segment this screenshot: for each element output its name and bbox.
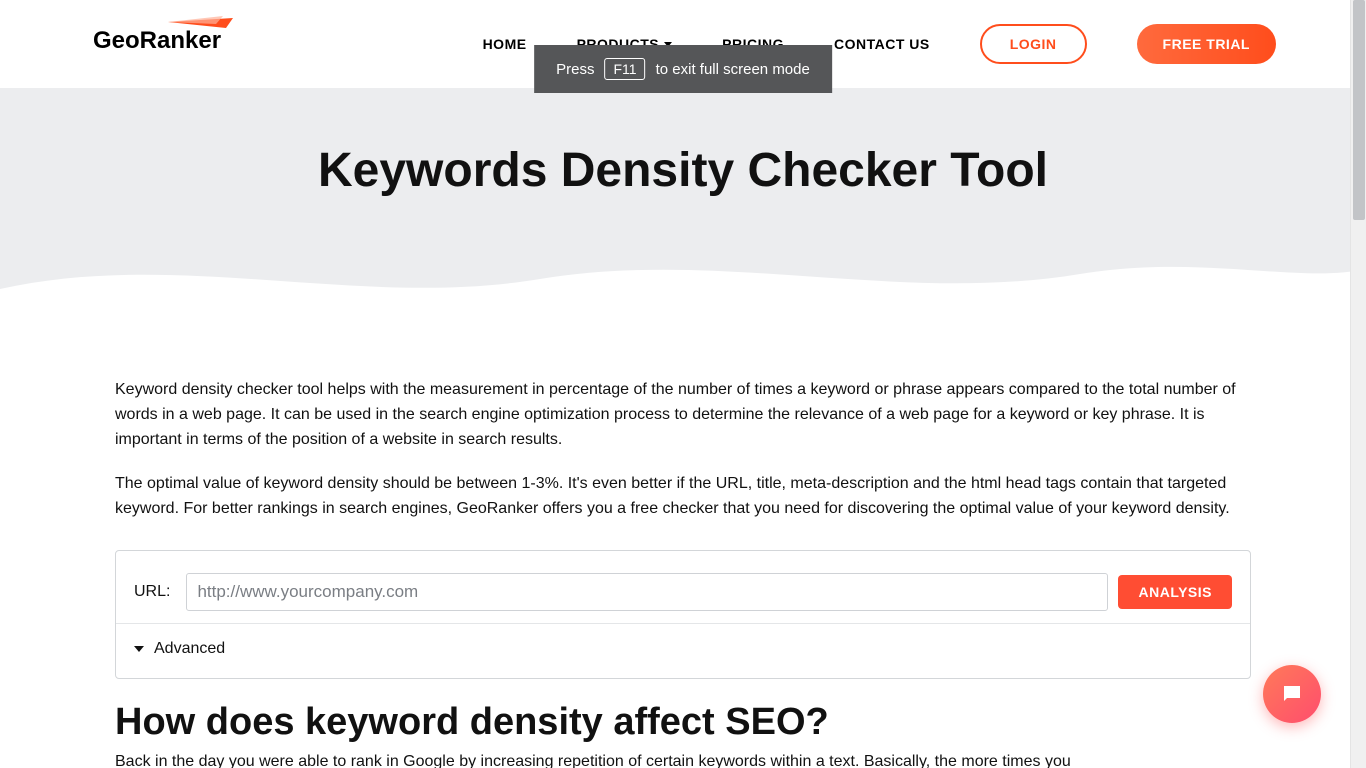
logo[interactable]: GeoRanker xyxy=(90,32,238,56)
seo-section-heading: How does keyword density affect SEO? xyxy=(115,701,1251,744)
url-form-row: URL: ANALYSIS xyxy=(116,551,1250,624)
wave-divider-icon xyxy=(0,249,1366,319)
page-title: Keywords Density Checker Tool xyxy=(0,143,1366,198)
key-f11: F11 xyxy=(605,58,646,80)
nav-contact[interactable]: CONTACT US xyxy=(834,36,930,52)
intro-paragraph-2: The optimal value of keyword density sho… xyxy=(115,472,1251,522)
intro-paragraph-1: Keyword density checker tool helps with … xyxy=(115,378,1251,452)
url-input[interactable] xyxy=(186,573,1108,611)
caret-down-icon xyxy=(134,646,144,652)
toast-post-text: to exit full screen mode xyxy=(656,61,810,78)
url-label: URL: xyxy=(134,583,170,601)
chat-fab-button[interactable] xyxy=(1263,665,1321,723)
svg-text:GeoRanker: GeoRanker xyxy=(93,27,221,54)
advanced-toggle[interactable]: Advanced xyxy=(116,624,1250,678)
main-content: Keyword density checker tool helps with … xyxy=(0,318,1366,768)
login-button[interactable]: LOGIN xyxy=(980,24,1087,64)
free-trial-button[interactable]: FREE TRIAL xyxy=(1137,24,1276,64)
scrollbar-track[interactable] xyxy=(1350,0,1366,768)
analysis-form-card: URL: ANALYSIS Advanced xyxy=(115,550,1251,679)
nav-home[interactable]: HOME xyxy=(483,36,527,52)
fullscreen-toast: Press F11 to exit full screen mode xyxy=(534,45,832,93)
seo-section-paragraph: Back in the day you were able to rank in… xyxy=(115,750,1251,768)
chat-icon xyxy=(1280,682,1304,706)
scrollbar-thumb[interactable] xyxy=(1353,0,1365,220)
toast-pre-text: Press xyxy=(556,61,594,78)
analysis-button[interactable]: ANALYSIS xyxy=(1118,575,1232,609)
logo-swoosh-icon: GeoRanker xyxy=(88,14,238,56)
hero-section: Keywords Density Checker Tool xyxy=(0,88,1366,318)
advanced-label: Advanced xyxy=(154,640,225,658)
